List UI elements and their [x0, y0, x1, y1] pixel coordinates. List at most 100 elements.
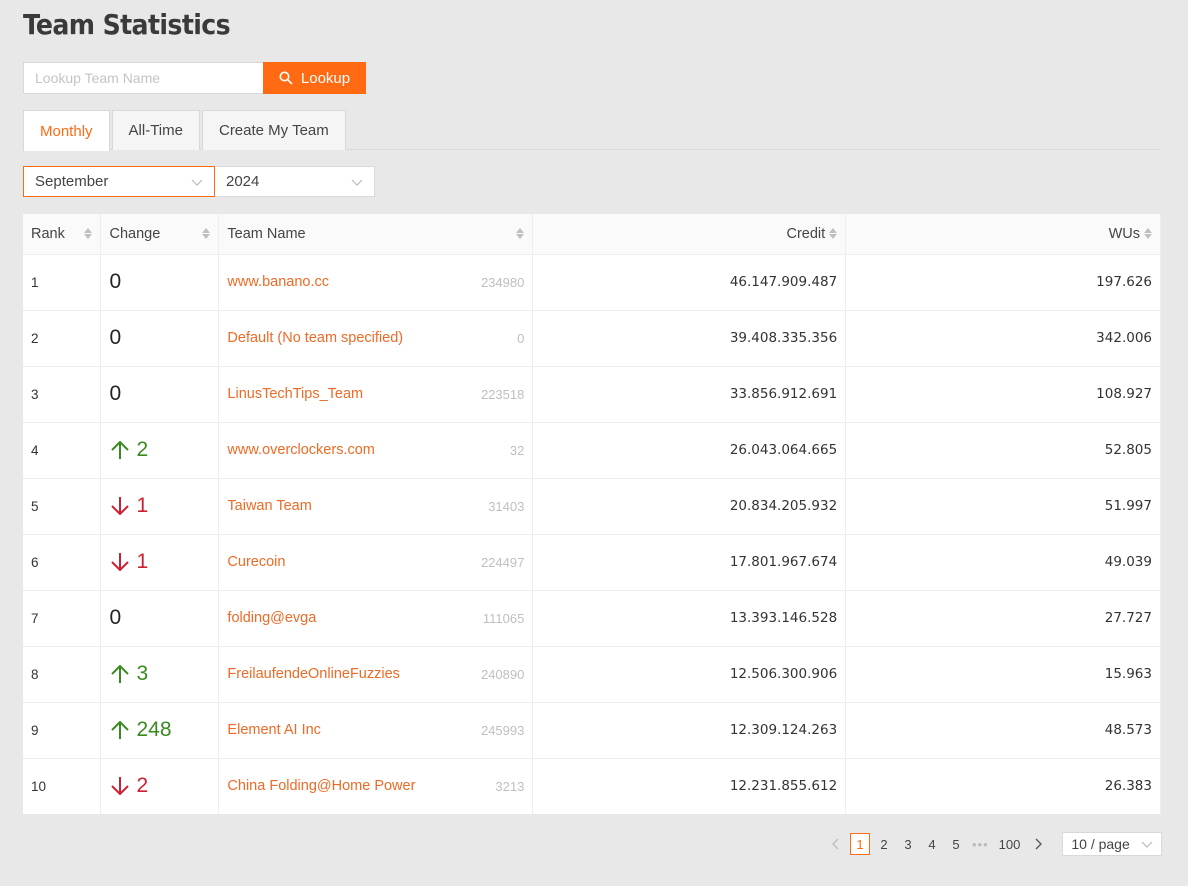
chevron-left-icon [832, 838, 839, 850]
pagination-page[interactable]: 2 [874, 833, 894, 855]
team-link[interactable]: www.overclockers.com [227, 442, 374, 458]
team-name-cell: folding@evga 111065 [218, 590, 534, 647]
table-row: 6 1 Curecoin 224497 17.801.967.674 49.039 [23, 534, 1161, 591]
team-link[interactable]: China Folding@Home Power [227, 778, 415, 794]
search-row: Lookup [23, 62, 366, 94]
team-link[interactable]: Default (No team specified) [227, 330, 403, 346]
change-cell: 248 [100, 702, 220, 759]
sort-icon [829, 228, 838, 240]
team-id: 234980 [480, 274, 525, 290]
rank-cell: 1 [23, 254, 102, 311]
team-name-cell: Curecoin 224497 [218, 534, 534, 591]
column-header-team-name[interactable]: Team Name [218, 214, 534, 255]
team-id: 224497 [480, 554, 525, 570]
year-select[interactable]: 2024 [215, 166, 375, 197]
change-cell: 0 [100, 366, 220, 423]
tab-all-time[interactable]: All-Time [111, 110, 200, 150]
rank-cell: 4 [23, 422, 102, 479]
credit-cell: 46.147.909.487 [532, 254, 847, 311]
wus-cell: 26.383 [845, 758, 1161, 814]
change-cell: 1 [100, 534, 220, 591]
change-cell: 3 [100, 646, 220, 703]
table-header-row: Rank Change Team Name Credit WUs [23, 214, 1161, 255]
chevron-right-icon [1035, 838, 1043, 850]
credit-cell: 12.231.855.612 [532, 758, 847, 814]
team-link[interactable]: folding@evga [227, 610, 316, 626]
table-row: 8 3 FreilaufendeOnlineFuzzies 240890 12.506.… [23, 646, 1161, 703]
column-header-credit[interactable]: Credit [532, 214, 847, 255]
wus-cell: 48.573 [845, 702, 1161, 759]
team-link[interactable]: LinusTechTips_Team [227, 386, 363, 402]
pagination-last-page[interactable]: 100 [995, 833, 1025, 855]
pagination-page[interactable]: 1 [850, 833, 870, 855]
pagination-next[interactable] [1028, 833, 1048, 855]
chevron-down-icon [351, 179, 363, 186]
rank-cell: 7 [23, 590, 102, 647]
arrow-down-icon [111, 553, 130, 572]
change-cell: 0 [100, 254, 220, 311]
team-name-cell: www.banano.cc 234980 [218, 254, 534, 311]
arrow-down-icon [111, 497, 130, 516]
change-cell: 0 [100, 310, 220, 367]
lookup-button[interactable]: Lookup [263, 62, 366, 94]
team-id: 111065 [482, 610, 525, 626]
page-title: Team Statistics [23, 8, 231, 41]
chevron-down-icon [191, 179, 203, 186]
change-cell: 1 [100, 478, 220, 535]
tab-monthly[interactable]: Monthly [23, 110, 110, 151]
rank-cell: 10 [23, 758, 102, 814]
team-id: 32 [509, 442, 525, 458]
month-select-value: September [35, 173, 109, 190]
tab-create-my-team[interactable]: Create My Team [201, 110, 346, 150]
column-header-change[interactable]: Change [100, 214, 220, 255]
credit-cell: 12.309.124.263 [532, 702, 847, 759]
team-search-input[interactable] [23, 62, 263, 94]
wus-cell: 108.927 [845, 366, 1161, 423]
table-row: 5 1 Taiwan Team 31403 20.834.205.932 51.997 [23, 478, 1161, 535]
column-header-wus[interactable]: WUs [845, 214, 1161, 255]
team-link[interactable]: FreilaufendeOnlineFuzzies [227, 666, 399, 682]
rank-cell: 5 [23, 478, 102, 535]
sort-icon [84, 228, 93, 240]
page-size-value: 10 / page [1071, 836, 1130, 852]
wus-cell: 197.626 [845, 254, 1161, 311]
wus-cell: 27.727 [845, 590, 1161, 647]
wus-cell: 342.006 [845, 310, 1161, 367]
credit-cell: 12.506.300.906 [532, 646, 847, 703]
table-row: 7 0 folding@evga 111065 13.393.146.528 27.727 [23, 590, 1161, 647]
pagination: 1 2 3 4 5 ••• 100 10 / page [826, 832, 1163, 856]
change-value: 0 [109, 326, 122, 349]
team-link[interactable]: Element AI Inc [227, 722, 321, 738]
team-name-cell: Default (No team specified) 0 [218, 310, 534, 367]
date-filters: September 2024 [23, 166, 375, 197]
team-link[interactable]: www.banano.cc [227, 274, 329, 290]
pagination-prev[interactable] [826, 833, 846, 855]
pagination-page[interactable]: 5 [946, 833, 966, 855]
team-id: 245993 [480, 722, 525, 738]
change-value: 1 [136, 494, 149, 517]
pagination-page[interactable]: 4 [922, 833, 942, 855]
change-value: 2 [136, 774, 149, 798]
credit-cell: 17.801.967.674 [532, 534, 847, 591]
team-link[interactable]: Curecoin [227, 554, 285, 570]
team-link[interactable]: Taiwan Team [227, 498, 311, 514]
credit-cell: 33.856.912.691 [532, 366, 847, 423]
wus-cell: 52.805 [845, 422, 1161, 479]
rank-cell: 9 [23, 702, 102, 759]
change-value: 0 [109, 270, 122, 293]
change-cell: 2 [100, 758, 220, 814]
wus-cell: 15.963 [845, 646, 1161, 703]
month-select[interactable]: September [23, 166, 215, 197]
arrow-up-icon [111, 664, 130, 683]
team-id: 3213 [495, 778, 525, 794]
team-name-cell: Taiwan Team 31403 [218, 478, 534, 535]
pagination-page[interactable]: 3 [898, 833, 918, 855]
change-value: 0 [109, 606, 122, 629]
wus-cell: 51.997 [845, 478, 1161, 535]
column-header-rank[interactable]: Rank [23, 214, 102, 255]
sort-icon [202, 228, 211, 240]
pagination-ellipsis[interactable]: ••• [970, 833, 991, 855]
rank-cell: 8 [23, 646, 102, 703]
change-value: 1 [136, 550, 149, 573]
page-size-select[interactable]: 10 / page [1062, 832, 1163, 856]
